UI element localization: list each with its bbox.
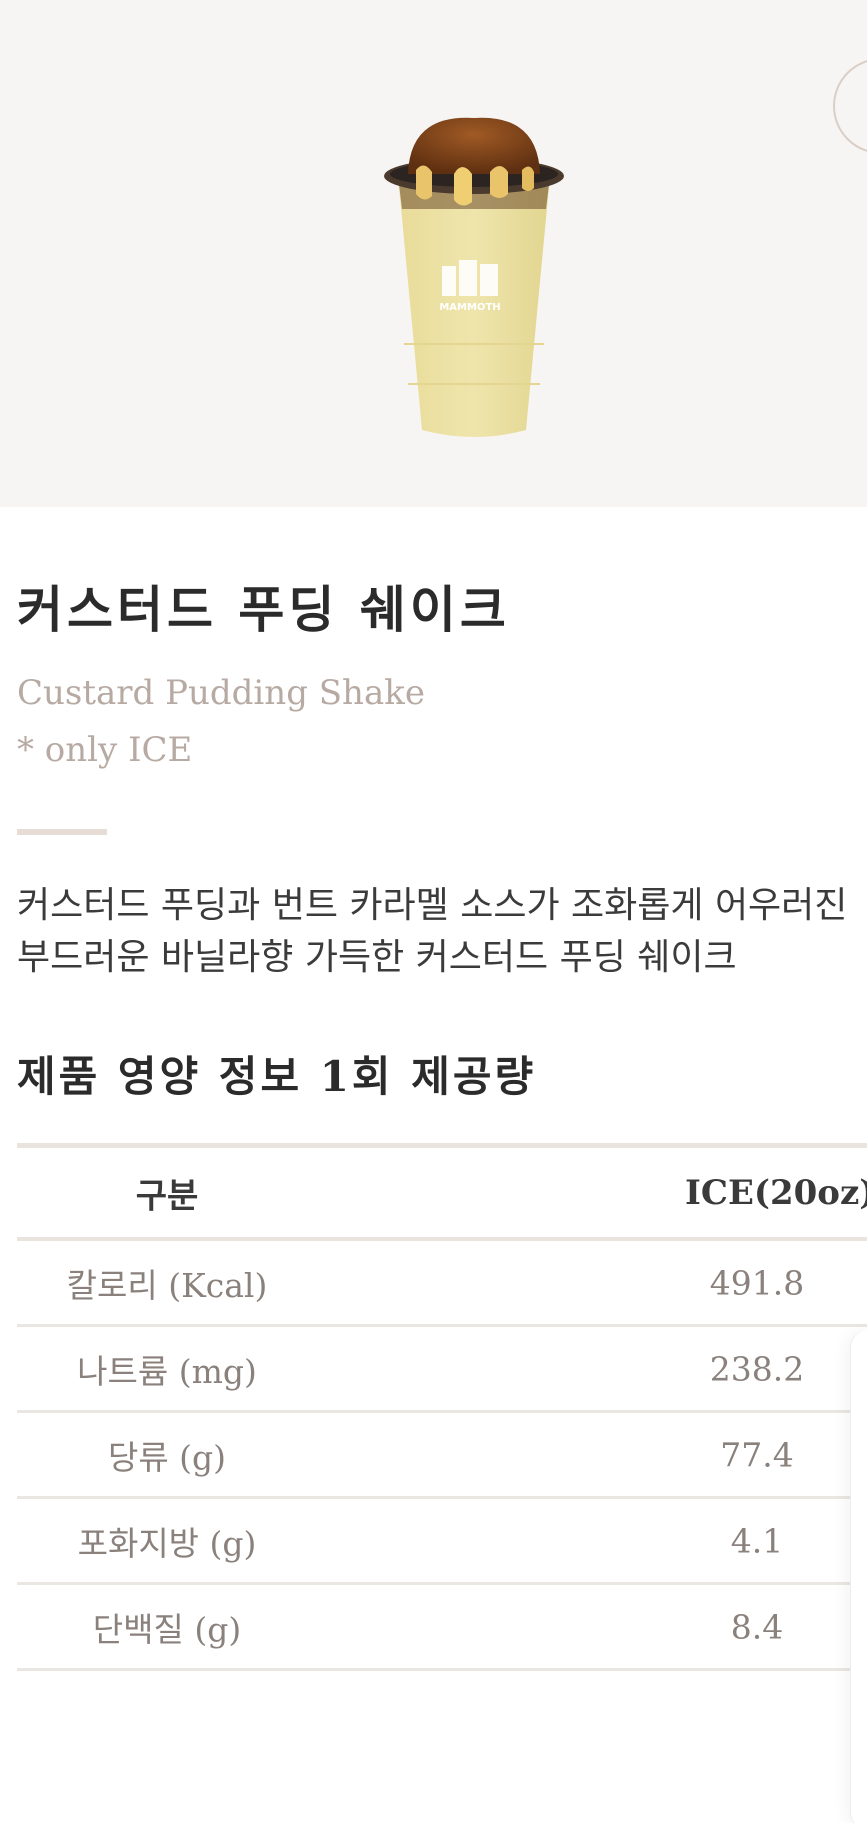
nutrition-table-header: 구분 ICE(20oz) (17, 1143, 867, 1241)
circle-button-icon[interactable] (833, 58, 867, 154)
table-row: 나트륨 (mg) 238.2 (17, 1327, 867, 1413)
row-label: 단백질 (g) (92, 1609, 242, 1649)
product-english-name: Custard Pudding Shake (17, 673, 425, 713)
product-title: 커스터드 푸딩 쉐이크 (17, 580, 510, 639)
description-line-1: 커스터드 푸딩과 번트 카라멜 소스가 조화롭게 어우러진 (17, 885, 848, 926)
row-label: 포화지방 (g) (77, 1523, 257, 1563)
table-row: 포화지방 (g) 4.1 (17, 1499, 867, 1585)
table-row: 단백질 (g) 8.4 (17, 1585, 867, 1671)
row-label: 나트륨 (mg) (77, 1351, 257, 1391)
table-row: 당류 (g) 77.4 (17, 1413, 867, 1499)
row-value: 4.1 (730, 1521, 784, 1560)
row-value: 238.2 (709, 1349, 805, 1388)
row-label: 칼로리 (Kcal) (66, 1265, 268, 1305)
product-note: * only ICE (17, 730, 193, 770)
header-label: 구분 (135, 1176, 199, 1216)
side-panel-edge (850, 1330, 867, 1823)
product-description: 커스터드 푸딩과 번트 카라멜 소스가 조화롭게 어우러진 부드러운 바닐라향 … (17, 880, 867, 984)
nutrition-table: 구분 ICE(20oz) 칼로리 (Kcal) 491.8 나트륨 (mg) 2… (17, 1143, 867, 1671)
nutrition-section-title: 제품 영양 정보 1회 제공량 (17, 1052, 537, 1101)
table-row: 칼로리 (Kcal) 491.8 (17, 1241, 867, 1327)
row-value: 491.8 (709, 1263, 805, 1302)
header-value: ICE(20oz) (685, 1172, 867, 1213)
product-image: MAMMOTH (376, 114, 572, 444)
row-label: 당류 (g) (107, 1437, 227, 1477)
row-value: 8.4 (730, 1607, 784, 1646)
brand-logo-text: MAMMOTH (439, 302, 500, 313)
title-divider (17, 829, 107, 835)
description-line-2: 부드러운 바닐라향 가득한 커스터드 푸딩 쉐이크 (17, 937, 737, 978)
product-image-area: MAMMOTH (0, 0, 867, 507)
row-value: 77.4 (720, 1435, 794, 1474)
